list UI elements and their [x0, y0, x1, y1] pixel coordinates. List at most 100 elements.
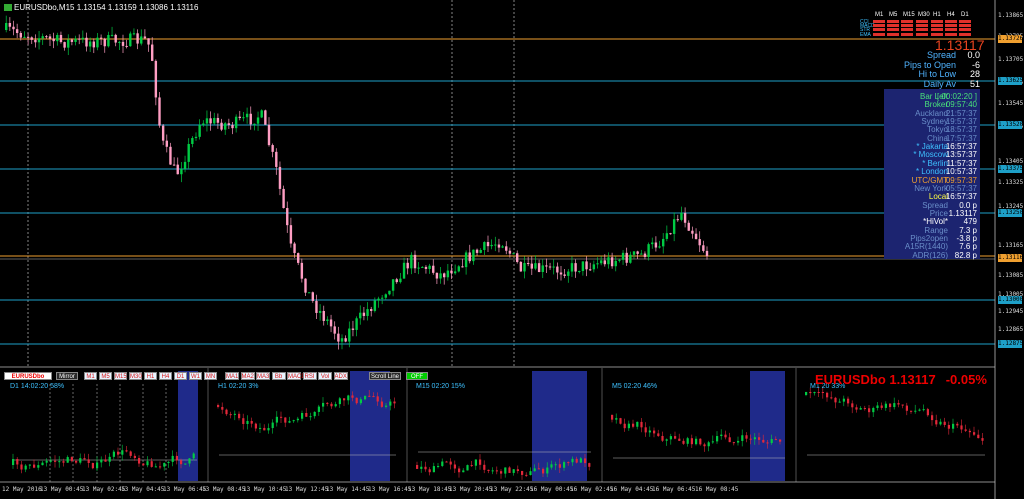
candle-body: [260, 110, 263, 118]
tf-button-m15[interactable]: M15: [114, 372, 127, 380]
tf-header: M1: [875, 12, 884, 18]
mini-candle-body: [75, 460, 78, 463]
indicator-button-rsi[interactable]: RSI: [302, 372, 317, 380]
candle-body: [194, 136, 198, 139]
mini-candle-body: [288, 421, 291, 423]
candle-body: [610, 257, 614, 267]
mini-candle-body: [851, 403, 854, 408]
mini-candle-body: [317, 406, 320, 412]
mini-panel-label: M15 02:20 15%: [416, 383, 466, 390]
candle-body: [654, 242, 658, 248]
mini-candle-body: [12, 459, 15, 465]
tf-header: M5: [889, 12, 898, 18]
candle-body: [662, 238, 665, 247]
session-info-panel: Bar Left[ 00:02:20 ] Broker 09:57:40 Auckla…: [884, 89, 980, 261]
candle-body: [647, 244, 650, 257]
tf-button-m30[interactable]: M30: [129, 372, 142, 380]
tf-button-mn[interactable]: MN: [204, 372, 217, 380]
stat-value: 28: [969, 69, 980, 79]
tf-button-w1[interactable]: W1: [189, 372, 202, 380]
scroll-line-button[interactable]: Scroll Line: [369, 372, 401, 380]
candle-body: [636, 251, 639, 254]
tf-cell: [959, 28, 971, 32]
mini-candle-body: [737, 440, 740, 443]
candle-body: [99, 37, 103, 39]
tf-button-h1[interactable]: H1: [144, 372, 157, 380]
mini-candle-body: [445, 461, 448, 463]
candle-body: [578, 270, 581, 272]
indicator-button-macd[interactable]: MACD: [287, 372, 306, 380]
candle-body: [640, 253, 643, 255]
mini-candle-body: [112, 451, 115, 457]
mini-candle-body: [441, 461, 444, 466]
mini-candle-body: [703, 444, 706, 447]
candle-body: [110, 34, 114, 36]
candle-body: [413, 254, 417, 269]
tf-cell: [873, 24, 885, 28]
tf-button-m5[interactable]: M5: [99, 372, 112, 380]
tf-button-d1[interactable]: D1: [174, 372, 187, 380]
mini-candle-body: [24, 465, 27, 470]
candle-body: [559, 272, 563, 275]
mini-candle-body: [947, 424, 950, 429]
mini-candle-body: [83, 458, 86, 460]
mini-candle-body: [546, 467, 549, 474]
candle-body: [683, 212, 687, 223]
indicator-button-adx[interactable]: ADX: [333, 372, 348, 380]
candle-body: [198, 125, 201, 137]
candle-body: [483, 242, 486, 250]
candle-body: [552, 266, 555, 268]
candle-body: [523, 263, 526, 272]
candle-body: [275, 151, 278, 167]
off-button[interactable]: OFF: [406, 372, 428, 380]
mini-candle-body: [575, 458, 578, 463]
mini-candle-body: [420, 466, 423, 469]
mini-candle-body: [724, 434, 727, 438]
time-tick: 13 May 12:45: [285, 486, 329, 493]
candle-body: [202, 123, 205, 126]
price-tick: 1.13705: [998, 56, 1024, 63]
tf-button-m1[interactable]: M1: [84, 372, 97, 380]
tf-cell: [916, 28, 928, 32]
time-tick: 16 May 04:45: [610, 486, 654, 493]
candle-body: [702, 245, 705, 251]
candle-body: [161, 125, 165, 141]
indicator-button-ma3[interactable]: MA3: [256, 372, 270, 380]
mini-candle-body: [313, 411, 316, 417]
candle-body: [461, 266, 464, 268]
indicator-button-bb[interactable]: Bb: [271, 372, 286, 380]
candle-body: [286, 208, 289, 226]
symbol-button[interactable]: EURUSDbo: [4, 372, 52, 380]
mini-candle-body: [525, 474, 528, 476]
indicator-button-ma2[interactable]: MA2: [240, 372, 255, 380]
candle-body: [669, 233, 672, 235]
tf-row-label: EMA: [860, 31, 871, 38]
candle-body: [424, 266, 428, 269]
tf-button-h4[interactable]: H4: [159, 372, 172, 380]
indicator-button-vol[interactable]: Vol: [318, 372, 332, 380]
indicator-button-ma1[interactable]: MA1: [225, 372, 239, 380]
mini-candle-body: [943, 421, 946, 425]
mini-candle-body: [753, 437, 756, 440]
mirror-button[interactable]: Mirror: [56, 372, 78, 380]
mini-candle-body: [242, 418, 245, 424]
mini-candle-body: [922, 409, 925, 411]
mini-candle-body: [615, 418, 618, 420]
tf-cell: [945, 20, 957, 23]
main-chart-bg: [0, 0, 995, 366]
candle-body: [402, 262, 406, 279]
candle-body: [311, 292, 314, 301]
tf-cell: [901, 20, 913, 23]
mini-candle-body: [271, 422, 274, 429]
candle-body: [658, 246, 661, 248]
candle-body: [136, 33, 139, 44]
candle-body: [165, 140, 168, 147]
mini-candle-body: [347, 395, 350, 401]
tf-cell: [887, 20, 899, 23]
candle-body: [446, 270, 450, 278]
candle-body: [183, 161, 187, 169]
candle-body: [585, 261, 588, 270]
mini-candle-body: [834, 397, 837, 403]
info-row: ADR(126) 82.8 p: [884, 251, 980, 261]
mini-candle-body: [897, 403, 900, 405]
